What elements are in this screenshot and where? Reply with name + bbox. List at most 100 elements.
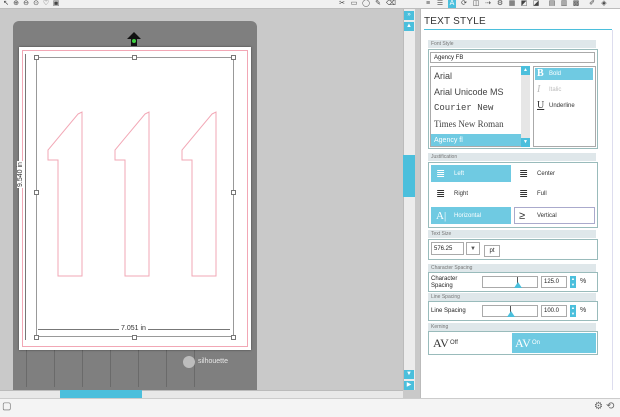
resize-handle-tl[interactable] bbox=[34, 55, 39, 60]
font-list[interactable]: Arial Arial Unicode MS Courier New Times… bbox=[430, 66, 530, 147]
line-spacing-slider[interactable] bbox=[482, 305, 538, 317]
library-icon[interactable]: ▥ bbox=[560, 0, 568, 8]
height-dimension-line bbox=[25, 54, 26, 340]
text-icon[interactable]: A bbox=[448, 0, 456, 8]
font-item-arial-unicode[interactable]: Arial Unicode MS bbox=[434, 87, 504, 97]
resize-handle-br[interactable] bbox=[231, 335, 236, 340]
line-spacing-header: Line Spacing bbox=[428, 293, 596, 301]
kerning-header: Kerning bbox=[428, 323, 596, 331]
width-dimension-label: 7.051 in bbox=[119, 325, 148, 332]
line-spacing-input[interactable]: 100.0 bbox=[541, 305, 567, 317]
character-spacing-slider[interactable] bbox=[482, 276, 538, 288]
status-bar bbox=[0, 398, 620, 417]
cursor-icon[interactable]: ↖ bbox=[2, 0, 10, 8]
zoom-in-icon[interactable]: ⊕ bbox=[12, 0, 20, 8]
shapes-icon[interactable]: ▣ bbox=[52, 0, 60, 8]
horizontal-text-icon: A| bbox=[436, 210, 447, 222]
justify-left-button[interactable]: ≣ Left bbox=[431, 165, 511, 182]
panel-expand-icon[interactable]: » bbox=[404, 11, 414, 20]
text-size-input[interactable]: 576.25 bbox=[431, 242, 464, 255]
justify-right-button[interactable]: ≣ Right bbox=[431, 185, 511, 202]
justify-center-button[interactable]: ≣ Center bbox=[514, 165, 595, 182]
brush-icon[interactable]: ✐ bbox=[588, 0, 596, 8]
justify-full-button[interactable]: ≣ Full bbox=[514, 185, 595, 202]
text-size-unit[interactable]: pt bbox=[484, 245, 500, 257]
rotate-icon[interactable]: ⟳ bbox=[460, 0, 468, 8]
align-full-icon: ≣ bbox=[519, 188, 529, 200]
style-italic-button[interactable]: I Italic bbox=[535, 84, 593, 96]
resize-handle-tr[interactable] bbox=[231, 55, 236, 60]
character-spacing-thumb[interactable] bbox=[514, 282, 522, 288]
pen-icon[interactable]: ✎ bbox=[374, 0, 382, 8]
settings-icon[interactable]: ⚙ bbox=[496, 0, 504, 8]
resize-handle-t[interactable] bbox=[132, 55, 137, 60]
panel-title-rule bbox=[424, 29, 612, 30]
character-spacing-unit: % bbox=[580, 278, 587, 285]
eraser-icon[interactable]: ⌫ bbox=[386, 0, 396, 8]
shadow-icon[interactable]: ▤ bbox=[548, 0, 556, 8]
resize-handle-l[interactable] bbox=[34, 190, 39, 195]
panel-title: TEXT STYLE bbox=[424, 16, 486, 27]
vertical-scroll-thumb[interactable] bbox=[403, 155, 415, 197]
kerning-off-button[interactable]: AV Off bbox=[430, 333, 510, 353]
scroll-right-icon[interactable]: ▶ bbox=[404, 381, 414, 390]
horizontal-scroll-thumb[interactable] bbox=[60, 390, 142, 398]
vertical-scrollbar[interactable] bbox=[403, 9, 415, 390]
justification-header: Justification bbox=[428, 153, 596, 161]
font-name-input[interactable]: Agency FB bbox=[430, 52, 595, 63]
scroll-up-icon[interactable]: ▲ bbox=[404, 22, 414, 31]
font-list-up-icon[interactable]: ▲ bbox=[521, 66, 530, 75]
rectangle-icon[interactable]: ▭ bbox=[350, 0, 358, 8]
font-item-courier[interactable]: Courier New bbox=[434, 103, 493, 113]
vertical-text-icon: ≥ bbox=[519, 210, 526, 222]
send-icon[interactable]: ⇢ bbox=[484, 0, 492, 8]
align-icon[interactable]: ≡ bbox=[424, 0, 432, 8]
font-item-arial[interactable]: Arial bbox=[434, 71, 452, 81]
settings-gear-icon[interactable]: ⚙ bbox=[594, 401, 603, 412]
font-style-header: Font Style bbox=[428, 40, 596, 48]
color-icon[interactable]: ◩ bbox=[520, 0, 528, 8]
lines-icon[interactable]: ☰ bbox=[436, 0, 444, 8]
style-bold-button[interactable]: B Bold bbox=[535, 68, 593, 80]
scroll-down-icon[interactable]: ▼ bbox=[404, 370, 414, 379]
refresh-icon[interactable]: ⟲ bbox=[606, 401, 614, 412]
store-icon[interactable]: ◫ bbox=[472, 0, 480, 8]
resize-handle-b[interactable] bbox=[132, 335, 137, 340]
knife-icon[interactable]: ✂ bbox=[338, 0, 346, 8]
kerning-on-icon: AV bbox=[515, 336, 531, 350]
resize-handle-r[interactable] bbox=[231, 190, 236, 195]
ellipse-icon[interactable]: ◯ bbox=[362, 0, 370, 8]
font-item-times[interactable]: Times New Roman bbox=[434, 119, 504, 129]
vertical-text-button[interactable]: ≥ Vertical bbox=[514, 207, 595, 224]
text-size-dropdown-icon[interactable]: ▼ bbox=[466, 242, 480, 255]
kerning-on-button[interactable]: AV On bbox=[512, 333, 596, 353]
underline-icon: U bbox=[537, 100, 545, 111]
font-list-scrollbar[interactable] bbox=[521, 66, 530, 147]
paint-icon[interactable]: ◈ bbox=[600, 0, 608, 8]
zoom-fit-icon[interactable]: ⊙ bbox=[32, 0, 40, 8]
line-spacing-spinner-icon[interactable]: ▲ ▼ bbox=[570, 305, 576, 317]
page-icon[interactable]: ▢ bbox=[2, 401, 11, 412]
line-spacing-label: Line Spacing bbox=[431, 308, 466, 314]
rotate-handle-icon[interactable] bbox=[127, 32, 141, 46]
align-right-icon: ≣ bbox=[436, 188, 446, 200]
fill-icon[interactable]: ▦ bbox=[508, 0, 516, 8]
line-icon[interactable]: ◪ bbox=[532, 0, 540, 8]
height-dimension-label: 9.540 in bbox=[17, 161, 24, 188]
style-underline-button[interactable]: U Underline bbox=[535, 100, 593, 112]
brand-name: silhouette bbox=[198, 358, 228, 365]
character-spacing-input[interactable]: 125.0 bbox=[541, 276, 567, 288]
resize-handle-bl[interactable] bbox=[34, 335, 39, 340]
line-spacing-thumb[interactable] bbox=[507, 311, 515, 317]
horizontal-text-button[interactable]: A| Horizontal bbox=[431, 207, 511, 224]
selection-box[interactable] bbox=[36, 57, 234, 337]
grid-icon[interactable]: ▩ bbox=[572, 0, 580, 8]
zoom-out-icon[interactable]: ⊖ bbox=[22, 0, 30, 8]
align-left-icon: ≣ bbox=[436, 168, 446, 180]
font-list-down-icon[interactable]: ▼ bbox=[521, 138, 530, 147]
heart-icon[interactable]: ♡ bbox=[42, 0, 50, 8]
character-spacing-spinner-icon[interactable]: ▲ ▼ bbox=[570, 276, 576, 288]
font-item-agency[interactable]: Agency fl bbox=[431, 134, 521, 146]
text-size-header: Text Size bbox=[428, 230, 596, 238]
character-spacing-label: Character Spacing bbox=[431, 276, 458, 289]
